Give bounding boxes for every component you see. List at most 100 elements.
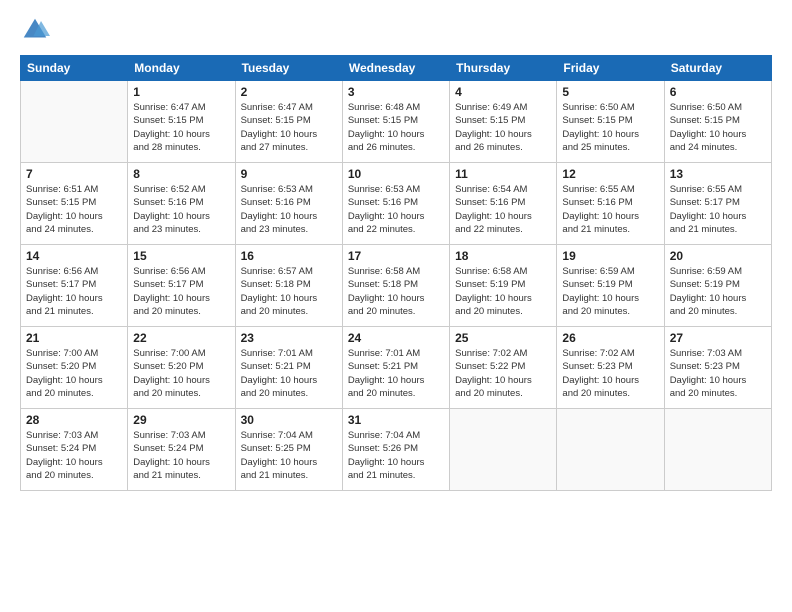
day-info: Sunrise: 6:55 AM Sunset: 5:16 PM Dayligh… <box>562 183 658 236</box>
day-info: Sunrise: 6:52 AM Sunset: 5:16 PM Dayligh… <box>133 183 229 236</box>
calendar-cell: 8 Sunrise: 6:52 AM Sunset: 5:16 PM Daylig… <box>128 163 235 245</box>
calendar-cell: 28Sunrise: 7:03 AM Sunset: 5:24 PM Dayli… <box>21 409 128 491</box>
day-number: 16 <box>241 249 337 263</box>
day-number: 30 <box>241 413 337 427</box>
day-info: Sunrise: 6:50 AM Sunset: 5:15 PM Dayligh… <box>670 101 766 154</box>
day-number: 6 <box>670 85 766 99</box>
weekday-header-sunday: Sunday <box>21 56 128 81</box>
day-info: Sunrise: 7:02 AM Sunset: 5:23 PM Dayligh… <box>562 347 658 400</box>
day-info: Sunrise: 6:59 AM Sunset: 5:19 PM Dayligh… <box>670 265 766 318</box>
calendar-cell: 27 Sunrise: 7:03 AM Sunset: 5:23 PM Dayli… <box>664 327 771 409</box>
weekday-header-tuesday: Tuesday <box>235 56 342 81</box>
week-row-4: 21 Sunrise: 7:00 AM Sunset: 5:20 PM Dayli… <box>21 327 772 409</box>
day-number: 14 <box>26 249 122 263</box>
header <box>20 15 772 45</box>
day-number: 29 <box>133 413 229 427</box>
week-row-5: 28 Sunrise: 7:03 AM Sunset: 5:24 PM Dayli… <box>21 409 772 491</box>
day-number: 15 <box>133 249 229 263</box>
calendar-cell: 21 Sunrise: 7:00 AM Sunset: 5:20 PM Dayli… <box>21 327 128 409</box>
calendar-cell: 2 Sunrise: 6:47 AM Sunset: 5:15 PM Daylig… <box>235 81 342 163</box>
calendar-cell: 25 Sunrise: 7:02 AM Sunset: 5:22 PM Dayli… <box>450 327 557 409</box>
calendar-cell: 13 Sunrise: 6:55 AM Sunset: 5:17 PM Dayli… <box>664 163 771 245</box>
calendar-cell: 17 Sunrise: 6:58 AM Sunset: 5:18 PM Dayli… <box>342 245 449 327</box>
day-info: Sunrise: 6:53 AM Sunset: 5:16 PM Dayligh… <box>348 183 444 236</box>
calendar-cell: 18 Sunrise: 6:58 AM Sunset: 5:19 PM Dayli… <box>450 245 557 327</box>
week-row-2: 7Sunrise: 6:51 AM Sunset: 5:15 PM Daylig… <box>21 163 772 245</box>
day-number: 3 <box>348 85 444 99</box>
day-number: 5 <box>562 85 658 99</box>
day-number: 12 <box>562 167 658 181</box>
day-info: Sunrise: 7:02 AM Sunset: 5:22 PM Dayligh… <box>455 347 551 400</box>
day-info: Sunrise: 6:57 AM Sunset: 5:18 PM Dayligh… <box>241 265 337 318</box>
calendar-cell: 7Sunrise: 6:51 AM Sunset: 5:15 PM Daylig… <box>21 163 128 245</box>
day-number: 31 <box>348 413 444 427</box>
calendar-cell: 29 Sunrise: 7:03 AM Sunset: 5:24 PM Dayli… <box>128 409 235 491</box>
day-number: 13 <box>670 167 766 181</box>
calendar-cell: 9Sunrise: 6:53 AM Sunset: 5:16 PM Daylig… <box>235 163 342 245</box>
weekday-header-monday: Monday <box>128 56 235 81</box>
calendar-cell: 24Sunrise: 7:01 AM Sunset: 5:21 PM Dayli… <box>342 327 449 409</box>
calendar-cell: 31 Sunrise: 7:04 AM Sunset: 5:26 PM Dayli… <box>342 409 449 491</box>
day-number: 22 <box>133 331 229 345</box>
day-info: Sunrise: 6:56 AM Sunset: 5:17 PM Dayligh… <box>133 265 229 318</box>
logo <box>20 15 54 45</box>
day-number: 19 <box>562 249 658 263</box>
day-number: 23 <box>241 331 337 345</box>
day-number: 10 <box>348 167 444 181</box>
day-info: Sunrise: 6:56 AM Sunset: 5:17 PM Dayligh… <box>26 265 122 318</box>
day-number: 4 <box>455 85 551 99</box>
calendar-cell <box>664 409 771 491</box>
calendar-cell: 19 Sunrise: 6:59 AM Sunset: 5:19 PM Dayli… <box>557 245 664 327</box>
day-info: Sunrise: 6:51 AM Sunset: 5:15 PM Dayligh… <box>26 183 122 236</box>
weekday-header-row: SundayMondayTuesdayWednesdayThursdayFrid… <box>21 56 772 81</box>
day-number: 17 <box>348 249 444 263</box>
calendar-cell: 20 Sunrise: 6:59 AM Sunset: 5:19 PM Dayli… <box>664 245 771 327</box>
day-number: 27 <box>670 331 766 345</box>
weekday-header-friday: Friday <box>557 56 664 81</box>
day-info: Sunrise: 7:04 AM Sunset: 5:25 PM Dayligh… <box>241 429 337 482</box>
weekday-header-saturday: Saturday <box>664 56 771 81</box>
day-info: Sunrise: 7:04 AM Sunset: 5:26 PM Dayligh… <box>348 429 444 482</box>
day-info: Sunrise: 6:50 AM Sunset: 5:15 PM Dayligh… <box>562 101 658 154</box>
day-number: 24 <box>348 331 444 345</box>
week-row-3: 14 Sunrise: 6:56 AM Sunset: 5:17 PM Dayli… <box>21 245 772 327</box>
day-info: Sunrise: 7:00 AM Sunset: 5:20 PM Dayligh… <box>26 347 122 400</box>
day-info: Sunrise: 6:48 AM Sunset: 5:15 PM Dayligh… <box>348 101 444 154</box>
day-info: Sunrise: 7:03 AM Sunset: 5:24 PM Dayligh… <box>133 429 229 482</box>
day-number: 8 <box>133 167 229 181</box>
calendar-cell: 14 Sunrise: 6:56 AM Sunset: 5:17 PM Dayli… <box>21 245 128 327</box>
calendar-cell: 15 Sunrise: 6:56 AM Sunset: 5:17 PM Dayli… <box>128 245 235 327</box>
calendar-cell: 16 Sunrise: 6:57 AM Sunset: 5:18 PM Dayli… <box>235 245 342 327</box>
day-info: Sunrise: 6:47 AM Sunset: 5:15 PM Dayligh… <box>241 101 337 154</box>
calendar-cell <box>557 409 664 491</box>
calendar-cell: 3 Sunrise: 6:48 AM Sunset: 5:15 PM Daylig… <box>342 81 449 163</box>
day-number: 21 <box>26 331 122 345</box>
calendar-cell: 1Sunrise: 6:47 AM Sunset: 5:15 PM Daylig… <box>128 81 235 163</box>
day-number: 11 <box>455 167 551 181</box>
day-info: Sunrise: 7:00 AM Sunset: 5:20 PM Dayligh… <box>133 347 229 400</box>
calendar-cell: 22 Sunrise: 7:00 AM Sunset: 5:20 PM Dayli… <box>128 327 235 409</box>
calendar-cell: 23 Sunrise: 7:01 AM Sunset: 5:21 PM Dayli… <box>235 327 342 409</box>
calendar-table: SundayMondayTuesdayWednesdayThursdayFrid… <box>20 55 772 491</box>
calendar-cell: 5 Sunrise: 6:50 AM Sunset: 5:15 PM Daylig… <box>557 81 664 163</box>
day-number: 2 <box>241 85 337 99</box>
day-info: Sunrise: 6:47 AM Sunset: 5:15 PM Dayligh… <box>133 101 229 154</box>
day-info: Sunrise: 6:55 AM Sunset: 5:17 PM Dayligh… <box>670 183 766 236</box>
weekday-header-thursday: Thursday <box>450 56 557 81</box>
day-number: 20 <box>670 249 766 263</box>
week-row-1: 1Sunrise: 6:47 AM Sunset: 5:15 PM Daylig… <box>21 81 772 163</box>
day-info: Sunrise: 6:58 AM Sunset: 5:19 PM Dayligh… <box>455 265 551 318</box>
day-info: Sunrise: 6:59 AM Sunset: 5:19 PM Dayligh… <box>562 265 658 318</box>
day-info: Sunrise: 6:58 AM Sunset: 5:18 PM Dayligh… <box>348 265 444 318</box>
logo-icon <box>20 15 50 45</box>
page: SundayMondayTuesdayWednesdayThursdayFrid… <box>0 0 792 612</box>
day-number: 18 <box>455 249 551 263</box>
weekday-header-wednesday: Wednesday <box>342 56 449 81</box>
calendar-cell <box>450 409 557 491</box>
calendar-cell: 26Sunrise: 7:02 AM Sunset: 5:23 PM Dayli… <box>557 327 664 409</box>
day-number: 25 <box>455 331 551 345</box>
day-info: Sunrise: 7:01 AM Sunset: 5:21 PM Dayligh… <box>241 347 337 400</box>
day-info: Sunrise: 6:54 AM Sunset: 5:16 PM Dayligh… <box>455 183 551 236</box>
day-number: 28 <box>26 413 122 427</box>
day-info: Sunrise: 7:03 AM Sunset: 5:23 PM Dayligh… <box>670 347 766 400</box>
